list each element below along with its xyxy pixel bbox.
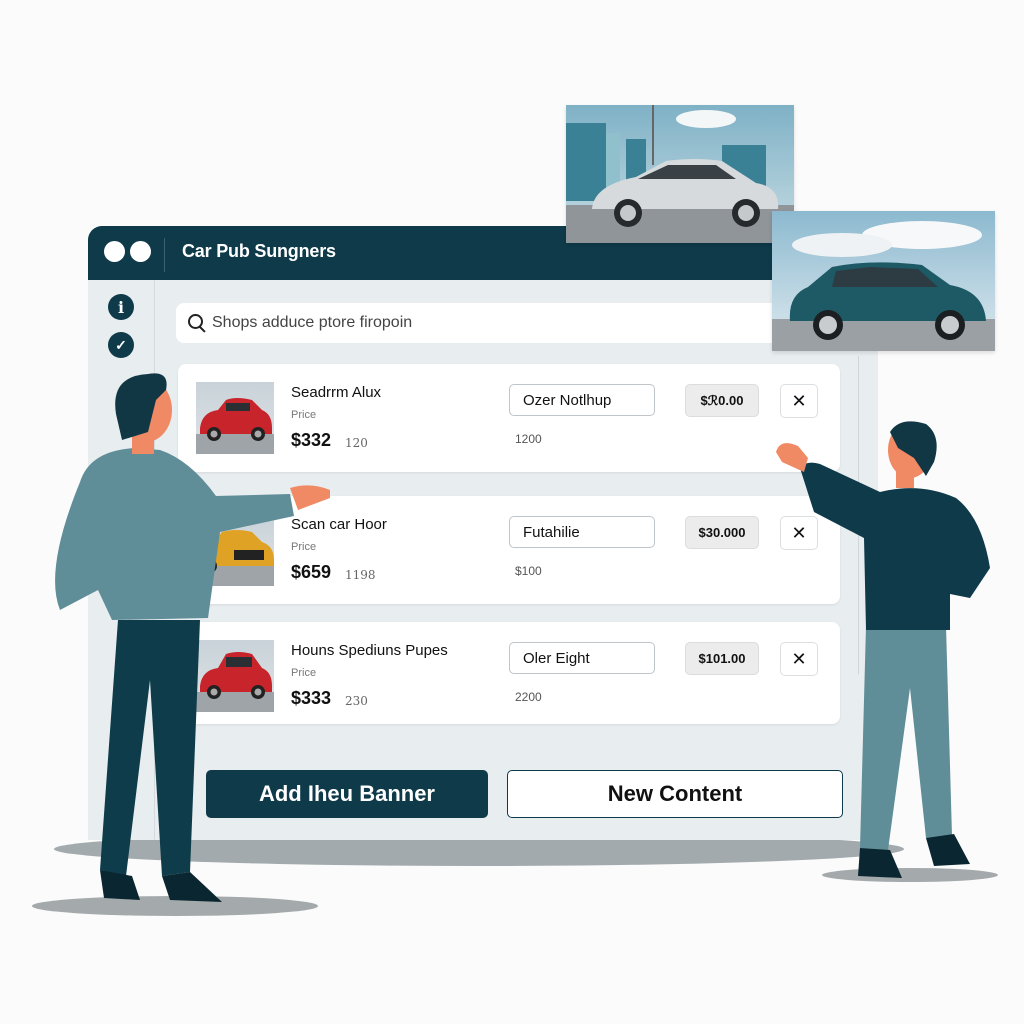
window-control-dot[interactable] (130, 241, 151, 262)
check-icon[interactable]: ✓ (108, 332, 134, 358)
info-icon[interactable]: i (108, 294, 134, 320)
title-divider (164, 238, 165, 272)
person-illustration-left (40, 370, 340, 910)
option-field[interactable]: Oler Eight (509, 642, 655, 674)
amount-badge[interactable]: $ℛ0.00 (685, 384, 759, 417)
sub-value: 2200 (515, 690, 542, 704)
amount-badge[interactable]: $101.00 (685, 642, 759, 675)
window-control-dot[interactable] (104, 241, 125, 262)
remove-button[interactable]: ✕ (780, 384, 818, 418)
sub-value: $100 (515, 564, 542, 578)
quantity-value: 230 (345, 694, 368, 708)
option-field[interactable]: Futahilie (509, 516, 655, 548)
option-field[interactable]: Ozer Notlhup (509, 384, 655, 416)
sub-value: 1200 (515, 432, 542, 446)
close-icon: ✕ (791, 390, 807, 411)
sedan-photo (566, 105, 794, 243)
person-illustration-right (770, 418, 1000, 878)
quantity-value: 120 (345, 436, 368, 450)
window-title: Car Pub Sungners (182, 241, 336, 261)
quantity-value: 1198 (345, 568, 376, 582)
search-icon (188, 314, 206, 332)
suv-photo (772, 211, 995, 351)
search-input[interactable]: Shops adduce ptore firopoin (176, 303, 816, 343)
search-text: Shops adduce ptore firopoin (212, 314, 413, 331)
amount-badge[interactable]: $30.000 (685, 516, 759, 549)
